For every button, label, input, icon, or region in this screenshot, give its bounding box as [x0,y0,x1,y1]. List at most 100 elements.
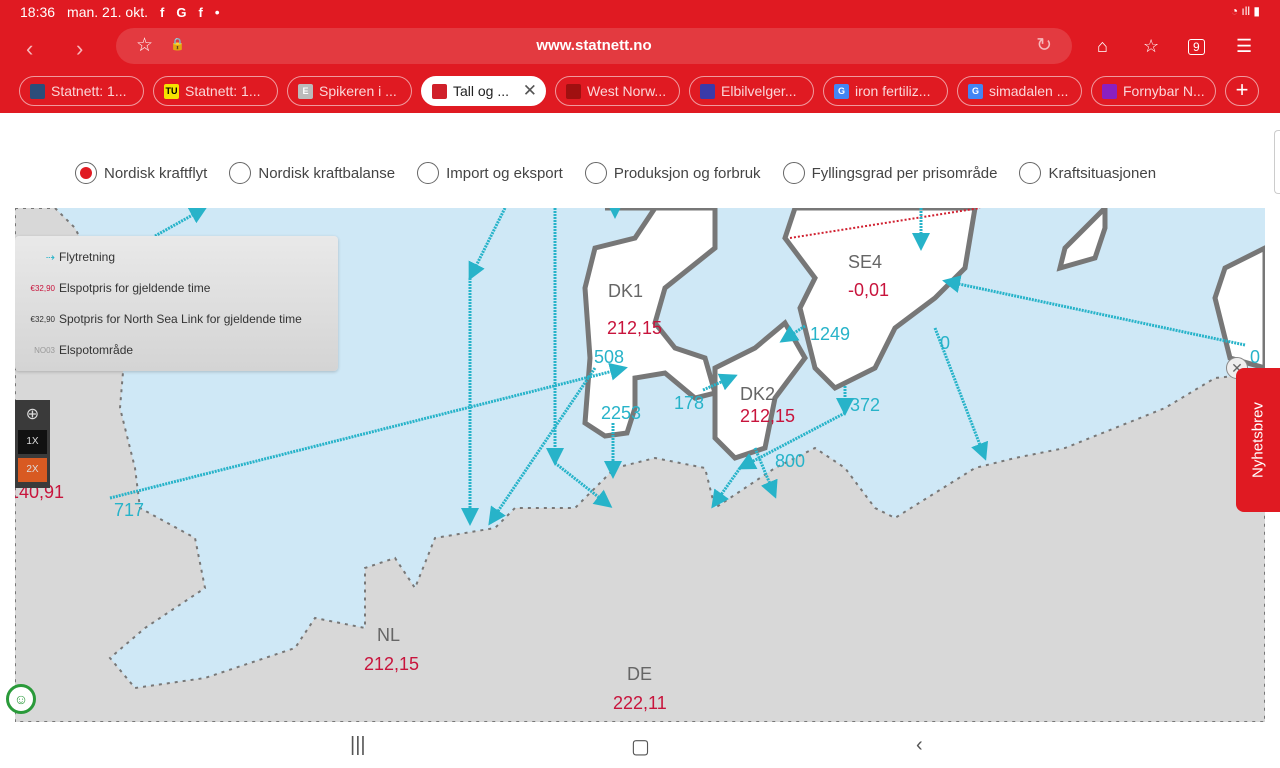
legend-label: Flytretning [59,250,116,264]
browser-tab[interactable]: Statnett: 1... [19,76,144,106]
radio-circle[interactable] [75,162,97,184]
area-price: -0,01 [848,280,890,300]
wifi-signal-battery-icons: ◔ ıll ▮ [1230,4,1260,18]
area-label: DE [627,664,653,684]
area-price: 212,15 [364,654,420,674]
zoom-2x-button[interactable]: 2X [18,458,47,482]
legend-label: Elspotområde [59,343,134,357]
favicon-icon: TU [164,83,179,99]
radio-label: Fyllingsgrad per prisområde [811,164,998,182]
area-price: 222,11 [613,693,667,713]
forward-button[interactable]: › [76,36,83,62]
flow-value: 800 [775,451,806,471]
browser-tab[interactable]: Tall og ... ✕ [421,76,546,106]
date: man. 21. okt. [67,4,148,20]
accessibility-widget-icon[interactable]: ☺ [6,684,36,714]
power-flow-map[interactable]: DK1 212,15 DK2 212,15 SE4 -0,01 NL 212,1… [15,208,1265,722]
radio-circle[interactable] [584,162,607,184]
flow-arrow [468,208,507,281]
tab-title: Spikeren i ... [319,83,397,99]
flow-value: 717 [114,500,145,520]
url-text[interactable]: www.statnett.no [116,37,1072,54]
area-label: DK2 [740,384,776,404]
tab-title: Statnett: 1... [51,83,127,99]
legend-key: NO03 [34,345,55,355]
favicon-icon: G [834,83,849,99]
flow-direction-icon: ⇢ [45,251,55,264]
tab-title: simadalen ... [989,83,1069,99]
zoom-icon[interactable]: ⊕ [15,400,50,430]
radio-label: Kraftsituasjonen [1048,164,1157,182]
radio-label: Import og eksport [446,164,563,182]
map-legend: ⇢ Flytretning €32,90 Elspotpris for gjelde… [15,236,338,371]
close-tab-icon[interactable]: ✕ [523,81,537,101]
legend-key: €32,90 [30,314,55,324]
browser-tab[interactable]: TU Statnett: 1... [153,76,278,106]
zoom-1x-button[interactable]: 1X [18,430,47,454]
system-nav-bar: ||| ▢ ‹ [0,722,1280,768]
notification-dot: • [214,4,220,20]
flow-value: 178 [674,393,705,413]
tab-title: Statnett: 1... [185,83,261,99]
tab-title: Tall og ... [453,83,510,99]
newsletter-label: Nyhetsbrev [1249,402,1267,478]
area-label: DK1 [608,281,644,301]
reload-icon[interactable]: ↻ [1036,34,1052,57]
favicon-icon [566,83,581,99]
legend-label: Spotpris for North Sea Link for gjeldend… [59,312,302,326]
favicon-icon: E [298,83,313,99]
tab-title: West Norw... [587,83,667,99]
view-option-radio[interactable]: Fyllingsgrad per prisområde [782,162,998,184]
view-option-radio[interactable]: Nordisk kraftbalanse [229,162,395,184]
home-icon[interactable]: ⌂ [1097,36,1108,57]
home-button[interactable]: ▢ [631,734,650,759]
favicon-icon: G [968,83,983,99]
tab-strip: Statnett: 1... TU Statnett: 1... E Spikeren … [19,76,1259,106]
flow-arrow [488,367,597,526]
bookmarks-icon[interactable]: ☆ [1143,36,1159,57]
radio-circle[interactable] [1019,162,1042,184]
browser-tab[interactable]: Fornybar N... [1091,76,1216,106]
address-bar[interactable]: ☆ 🔒 www.statnett.no ↻ [116,28,1072,64]
recent-apps-button[interactable]: ||| [350,734,366,757]
browser-tab[interactable]: Giron fertiliz... [823,76,948,106]
clock: 18:36 [20,4,56,20]
area-price: 212,15 [607,318,663,338]
browser-tab[interactable]: Gsimadalen ... [957,76,1082,106]
radio-circle[interactable] [417,162,440,184]
view-option-radio[interactable]: Produksjon og forbruk [584,162,761,184]
browser-tab[interactable]: E Spikeren i ... [287,76,412,106]
browser-tab[interactable]: West Norw... [555,76,680,106]
flow-value: 0 [1250,347,1261,367]
radio-circle[interactable] [229,162,252,184]
view-selector: Nordisk kraftflyt Nordisk kraftbalanse Imp… [75,162,1156,184]
view-option-radio[interactable]: Kraftsituasjonen [1019,162,1156,184]
flow-arrow [942,275,1246,347]
side-panel-handle[interactable] [1274,130,1280,194]
newsletter-button[interactable]: Nyhetsbrev [1236,368,1280,512]
new-tab-button[interactable]: + [1225,76,1259,106]
zoom-control: ⊕ 1X 2X [15,400,50,488]
flow-value: 508 [594,347,625,367]
favicon-icon [700,83,715,99]
radio-label: Nordisk kraftbalanse [258,164,396,182]
back-button[interactable]: ‹ [26,36,33,62]
view-option-radio[interactable]: Nordisk kraftflyt [75,162,207,184]
radio-circle[interactable] [782,162,805,184]
area-label: SE4 [848,252,883,272]
flow-value: 0 [940,333,951,353]
area-label: NL [377,625,401,645]
status-bar: 18:36 man. 21. okt. f G f • [20,4,220,20]
menu-icon[interactable]: ☰ [1236,36,1252,57]
view-option-radio[interactable]: Import og eksport [417,162,563,184]
tab-count-button[interactable]: 9 [1188,39,1205,55]
flow-arrow [109,362,628,500]
radio-label: Produksjon og forbruk [613,164,761,182]
browser-tab[interactable]: Elbilvelger... [689,76,814,106]
tab-title: Elbilvelger... [721,83,797,99]
browser-chrome: 18:36 man. 21. okt. f G f • ◔ ıll ▮ ‹ › … [0,0,1280,113]
flow-value: 1249 [810,324,851,344]
flow-value: 372 [850,395,881,415]
back-nav-button[interactable]: ‹ [916,734,923,757]
favicon-icon [30,83,45,99]
